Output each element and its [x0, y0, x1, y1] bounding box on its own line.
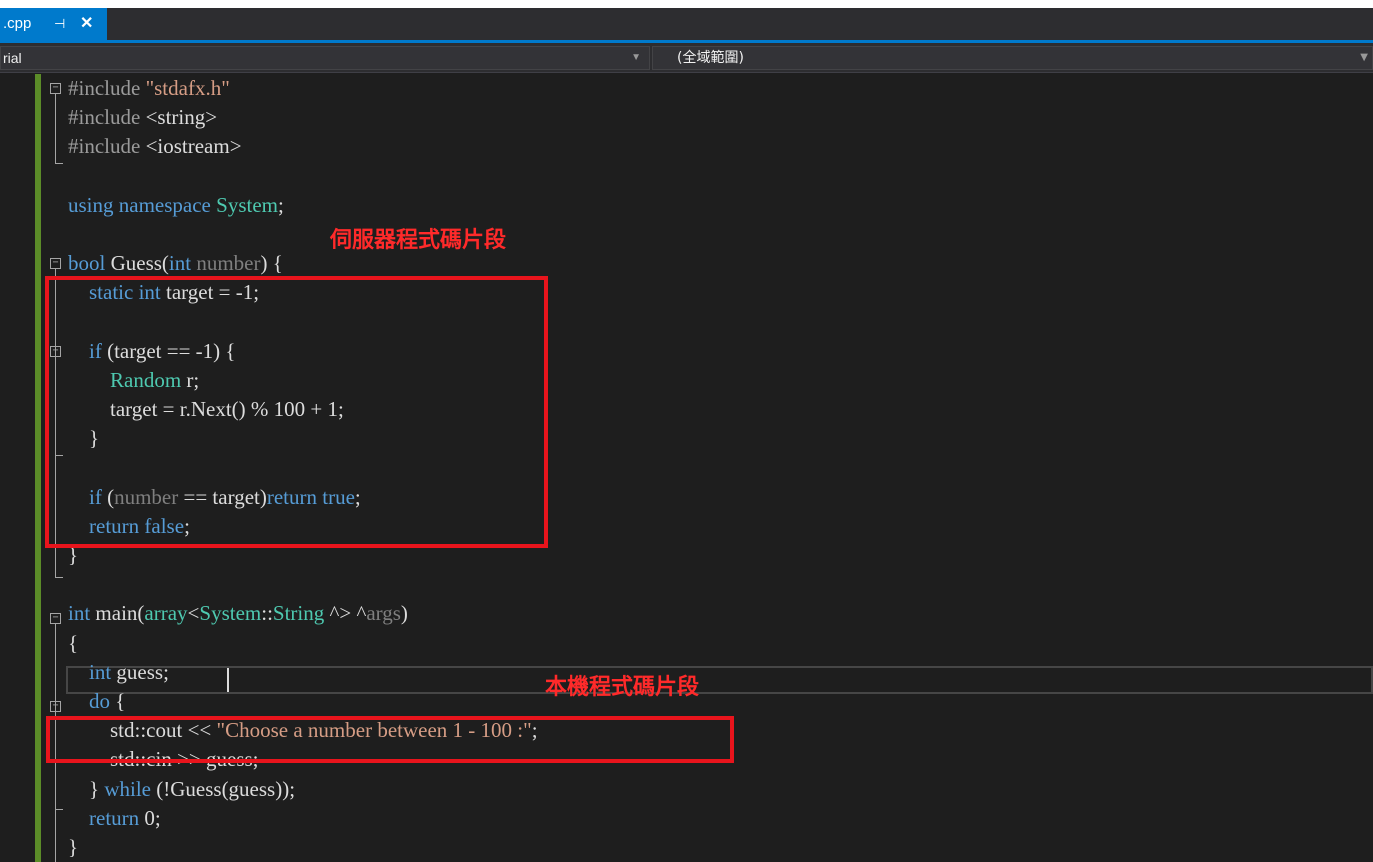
server-code-highlight-box	[45, 276, 548, 548]
fold-guide	[55, 94, 56, 164]
local-code-highlight-box	[46, 716, 734, 763]
local-code-label: 本機程式碼片段	[545, 675, 700, 700]
code-line-text: do {	[89, 688, 126, 713]
window-top-strip	[0, 0, 1373, 8]
code-line-text: bool Guess(int number) {	[68, 251, 283, 276]
fold-guide	[55, 163, 63, 164]
scope-dropdown-value: (全域範圍)	[677, 50, 744, 66]
code-line-text: } while (!Guess(guess));	[68, 776, 296, 801]
fold-guide	[55, 809, 63, 810]
tab-label: .cpp	[3, 15, 32, 32]
project-dropdown[interactable]: rial ▼	[0, 46, 650, 70]
tab-source-file[interactable]: .cpp ⊣ ✕	[0, 8, 107, 40]
code-line-text: return 0;	[89, 805, 161, 830]
current-line-highlight	[66, 666, 1373, 694]
scope-dropdown[interactable]: (全域範圍) ▼	[652, 46, 1373, 70]
collapse-icon[interactable]: −	[50, 701, 61, 712]
collapse-icon[interactable]: −	[50, 83, 61, 94]
text-caret	[227, 668, 229, 692]
code-line-text: int guess;	[89, 659, 169, 684]
code-line-text: using namespace System;	[68, 192, 284, 217]
chevron-down-icon[interactable]: ▼	[631, 47, 641, 69]
code-line-text: #include <iostream>	[68, 134, 242, 159]
chevron-down-icon[interactable]: ▼	[1360, 47, 1368, 69]
pin-icon[interactable]: ⊣	[54, 8, 65, 40]
close-icon[interactable]: ✕	[80, 8, 93, 40]
navigation-bar: rial ▼ (全域範圍) ▼	[0, 43, 1373, 73]
project-dropdown-value: rial	[3, 50, 22, 66]
code-line-text: int main(array<System::String ^> ^args)	[68, 601, 408, 626]
change-tracking-bar	[35, 74, 41, 862]
code-line-text: {	[68, 630, 79, 655]
code-line-text: #include <string>	[68, 105, 218, 130]
code-line-text: }	[68, 834, 79, 859]
collapse-icon[interactable]: −	[50, 613, 61, 624]
collapse-icon[interactable]: −	[50, 258, 61, 269]
fold-guide	[55, 577, 63, 578]
code-line-text: #include "stdafx.h"	[68, 76, 230, 100]
server-code-label: 伺服器程式碼片段	[330, 228, 507, 253]
tab-bar	[0, 8, 1373, 40]
